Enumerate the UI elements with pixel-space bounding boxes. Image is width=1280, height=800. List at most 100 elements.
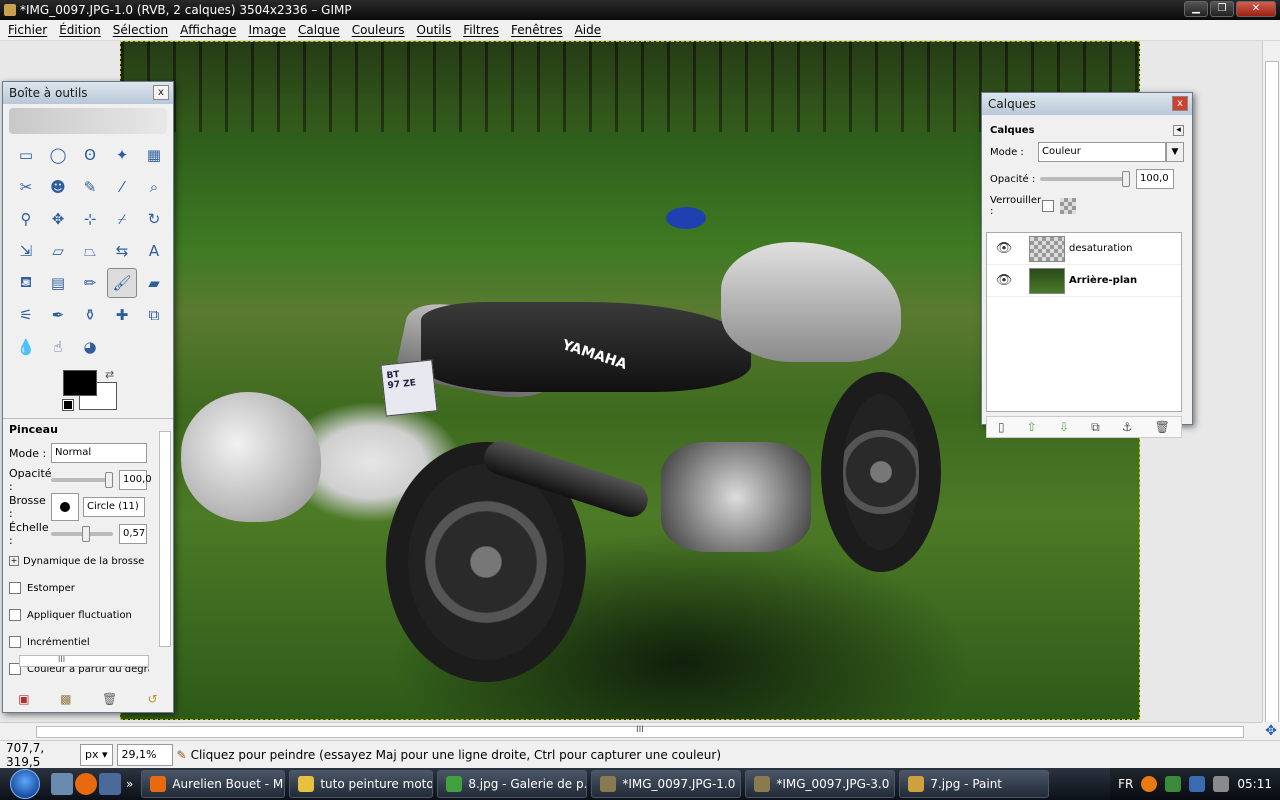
navigate-icon[interactable]: ✥ — [1262, 722, 1280, 740]
menu-fichier[interactable]: Fichier — [2, 23, 53, 37]
layer-row-background[interactable]: 👁 Arrière-plan — [987, 265, 1181, 297]
toolbox-close-button[interactable]: x — [153, 85, 169, 100]
network-icon[interactable] — [1165, 776, 1182, 792]
menu-affichage[interactable]: Affichage — [174, 23, 242, 37]
lower-layer-icon[interactable]: ⇩ — [1059, 420, 1069, 434]
move-tool-icon[interactable]: ✥ — [43, 204, 73, 234]
maximize-button[interactable]: ❐ — [1210, 1, 1234, 17]
select-by-color-tool-icon[interactable]: ▦ — [139, 140, 169, 170]
align-tool-icon[interactable]: ⊹ — [75, 204, 105, 234]
taskbar-button[interactable]: *IMG_0097.JPG-1.0 ... — [591, 770, 742, 798]
bucket-fill-tool-icon[interactable]: ⛾ — [11, 268, 41, 298]
delete-options-icon[interactable]: 🗑 — [102, 692, 117, 706]
lasso-tool-icon[interactable]: ʘ — [75, 140, 105, 170]
menu-image[interactable]: Image — [242, 23, 292, 37]
new-layer-icon[interactable]: ▯ — [998, 420, 1005, 434]
menu-selection[interactable]: Sélection — [107, 23, 174, 37]
show-desktop-icon[interactable] — [51, 773, 73, 795]
firefox-icon[interactable] — [75, 773, 97, 795]
scale-tool-icon[interactable]: ⇲ — [11, 236, 41, 266]
text-tool-icon[interactable]: A — [139, 236, 169, 266]
restore-options-icon[interactable]: ▩ — [60, 692, 71, 706]
vertical-scroll-thumb[interactable] — [1265, 61, 1279, 741]
language-indicator[interactable]: FR — [1118, 777, 1133, 791]
layers-title-bar[interactable]: Calques x — [982, 93, 1192, 115]
foreground-select-tool-icon[interactable]: ☻ — [43, 172, 73, 202]
minimize-button[interactable]: ▁ — [1184, 1, 1208, 17]
paths-tool-icon[interactable]: ✎ — [75, 172, 105, 202]
security-icon[interactable] — [1189, 776, 1206, 792]
unit-select[interactable]: px ▾ — [80, 743, 113, 766]
gimp-app-icon[interactable] — [4, 4, 16, 16]
taskbar-button[interactable]: tuto peinture moto — [289, 770, 434, 798]
zoom-select[interactable]: 29,1% — [116, 743, 173, 766]
perspective-clone-tool-icon[interactable]: ⧉ — [139, 300, 169, 330]
visibility-eye-icon[interactable]: 👁 — [987, 273, 1021, 288]
scissors-tool-icon[interactable]: ✂ — [11, 172, 41, 202]
menu-couleurs[interactable]: Couleurs — [346, 23, 411, 37]
foreground-color[interactable] — [63, 370, 97, 396]
quicklaunch-more-icon[interactable]: » — [126, 777, 133, 791]
menu-filtres[interactable]: Filtres — [457, 23, 505, 37]
option-incremental[interactable]: Incrémentiel — [9, 631, 167, 653]
scale-slider[interactable] — [51, 526, 113, 542]
menu-fenetres[interactable]: Fenêtres — [505, 23, 569, 37]
switch-windows-icon[interactable] — [99, 773, 121, 795]
option-jitter[interactable]: Appliquer fluctuation — [9, 604, 167, 626]
smudge-tool-icon[interactable]: ☝ — [43, 332, 73, 362]
anchor-layer-icon[interactable]: ⚓ — [1122, 420, 1133, 434]
opacity-slider[interactable] — [51, 472, 113, 488]
toolbox-title-bar[interactable]: Boîte à outils x — [3, 82, 173, 104]
tool-options-vertical-scrollbar[interactable] — [159, 431, 171, 647]
duplicate-layer-icon[interactable]: ⧉ — [1091, 420, 1100, 435]
clock[interactable]: 05:11 — [1237, 777, 1272, 791]
swap-colors-icon[interactable]: ⇄ — [105, 368, 114, 381]
close-button[interactable]: ✕ — [1236, 1, 1276, 17]
rotate-tool-icon[interactable]: ↻ — [139, 204, 169, 234]
eraser-tool-icon[interactable]: ▰ — [139, 268, 169, 298]
measure-tool-icon[interactable]: ⚲ — [11, 204, 41, 234]
delete-layer-icon[interactable]: 🗑 — [1155, 420, 1170, 434]
rect-select-tool-icon[interactable]: ▭ — [11, 140, 41, 170]
menu-aide[interactable]: Aide — [569, 23, 608, 37]
shear-tool-icon[interactable]: ▱ — [43, 236, 73, 266]
expand-icon[interactable]: + — [9, 556, 19, 566]
layer-row-desaturation[interactable]: 👁 desaturation — [987, 233, 1181, 265]
opacity-slider-knob[interactable] — [105, 472, 113, 488]
layer-opacity-value[interactable]: 100,0 — [1136, 169, 1174, 189]
taskbar-button[interactable]: 8.jpg - Galerie de p... — [437, 770, 588, 798]
layer-mode-dropdown-icon[interactable]: ▼ — [1166, 142, 1184, 162]
blend-tool-icon[interactable]: ▤ — [43, 268, 73, 298]
taskbar-button[interactable]: *IMG_0097.JPG-3.0 ... — [745, 770, 896, 798]
heal-tool-icon[interactable]: ✚ — [107, 300, 137, 330]
dynamics-row[interactable]: + Dynamique de la brosse — [9, 550, 167, 572]
ellipse-select-tool-icon[interactable]: ◯ — [43, 140, 73, 170]
airbrush-tool-icon[interactable]: ⚟ — [11, 300, 41, 330]
save-options-icon[interactable]: ▣ — [18, 692, 29, 706]
mode-select[interactable]: Normal — [51, 443, 147, 463]
option-fade[interactable]: Estomper — [9, 577, 167, 599]
taskbar-button[interactable]: 7.jpg - Paint — [899, 770, 1050, 798]
lock-alpha-checkbox[interactable] — [1042, 200, 1054, 212]
visibility-eye-icon[interactable]: 👁 — [987, 241, 1021, 256]
fuzzy-select-tool-icon[interactable]: ✦ — [107, 140, 137, 170]
tool-options-horizontal-scrollbar[interactable]: III — [19, 655, 149, 667]
paintbrush-tool-icon[interactable]: 🖌 — [107, 268, 137, 298]
menu-calque[interactable]: Calque — [292, 23, 346, 37]
brush-preview[interactable] — [51, 493, 79, 521]
crop-tool-icon[interactable]: ⌿ — [107, 204, 137, 234]
start-button[interactable] — [0, 768, 50, 800]
scale-slider-knob[interactable] — [82, 526, 90, 542]
menu-outils[interactable]: Outils — [411, 23, 458, 37]
layer-opacity-knob[interactable] — [1122, 171, 1130, 187]
blur-tool-icon[interactable]: 💧 — [11, 332, 41, 362]
scale-value[interactable]: 0,57 — [119, 524, 147, 544]
clone-tool-icon[interactable]: ⚱ — [75, 300, 105, 330]
horizontal-scrollbar[interactable]: III — [0, 722, 1262, 740]
layer-mode-select[interactable]: Couleur — [1038, 142, 1166, 162]
raise-layer-icon[interactable]: ⇧ — [1027, 420, 1037, 434]
flip-tool-icon[interactable]: ⇆ — [107, 236, 137, 266]
color-picker-tool-icon[interactable]: ⁄ — [107, 172, 137, 202]
avast-icon[interactable] — [1141, 776, 1158, 792]
zoom-tool-icon[interactable]: ⌕ — [139, 172, 169, 202]
